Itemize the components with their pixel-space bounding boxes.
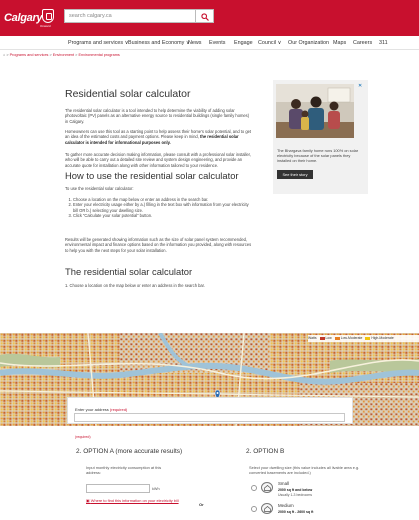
- option-a-title: 2. OPTION A (more accurate results): [76, 448, 183, 455]
- option-b-description: Select your dwelling size (this value in…: [249, 465, 360, 476]
- legend-swatch-low-moderate: [334, 336, 340, 340]
- how-to-steps: Choose a location on the map below or en…: [69, 197, 251, 219]
- map-legend: Watts Low Low-Moderate High-Moderate: [308, 335, 419, 342]
- address-panel: Enter your address (required): [67, 397, 353, 424]
- house-medium-icon: [261, 503, 273, 514]
- results-paragraph: Results will be generated showing inform…: [65, 237, 252, 253]
- nav-our-organization[interactable]: Our Organization: [288, 40, 329, 46]
- search-input[interactable]: search calgary.ca: [64, 9, 196, 23]
- bill-info-link[interactable]: ▣ Where to find this information on your…: [86, 498, 179, 503]
- calculator-step-1: 1. Choose a location on the map below or…: [65, 283, 205, 288]
- dwelling-small-rooms: Usually 1-3 bedrooms: [278, 493, 313, 497]
- dwelling-medium-radio[interactable]: [251, 506, 257, 512]
- legend-label-low-moderate: Low-Moderate: [340, 336, 363, 340]
- family-story-card: ✕ The Bhargava family home runs 100% on …: [273, 80, 368, 194]
- how-to-intro: To use the residential solar calculator:: [65, 186, 134, 191]
- intro-paragraph-3: To gather more accurate decision making …: [65, 152, 251, 168]
- intro-paragraph-1: The residential solar calculator is a to…: [65, 108, 250, 124]
- page-title: Residential solar calculator: [65, 88, 191, 100]
- breadcrumb-programs[interactable]: Programs and services: [10, 53, 49, 57]
- address-input[interactable]: [74, 413, 345, 422]
- breadcrumb: ⌂ > Programs and services > Environment …: [3, 53, 120, 57]
- legend-swatch-high-moderate: [365, 336, 371, 340]
- option-b-title: 2. OPTION B: [246, 448, 285, 455]
- kwh-input[interactable]: [86, 484, 150, 493]
- or-divider: Or: [199, 502, 204, 507]
- story-text: The Bhargava family home runs 100% on so…: [277, 148, 359, 163]
- search-icon: [201, 13, 209, 21]
- nav-council[interactable]: Council ∨: [258, 40, 281, 46]
- site-header: Calgary Onward search calgary.ca: [0, 0, 419, 36]
- crest-motto: Onward: [40, 24, 51, 28]
- how-to-heading: How to use the residential solar calcula…: [65, 170, 239, 181]
- search-button[interactable]: [196, 9, 214, 23]
- dwelling-small-area: 2000 sq ft and below: [278, 488, 313, 492]
- step-item: Enter your electricity usage either by a…: [73, 202, 251, 213]
- breadcrumb-environment[interactable]: Environment: [53, 53, 74, 57]
- see-their-story-button[interactable]: See their story: [277, 170, 313, 179]
- required-note: (required): [75, 435, 91, 439]
- kwh-unit: kWh: [152, 487, 160, 491]
- breadcrumb-environmental-programs[interactable]: Environmental programs: [78, 53, 119, 57]
- dwelling-medium-label: Medium: [278, 503, 294, 508]
- calculator-heading: The residential solar calculator: [65, 266, 193, 277]
- nav-programs-and-services[interactable]: Programs and services ∨: [68, 40, 129, 46]
- option-a-description: Input monthly electricity consumption at…: [86, 465, 162, 476]
- nav-careers[interactable]: Careers: [353, 40, 372, 46]
- nav-business-and-economy[interactable]: Business and Economy ∨: [128, 40, 190, 46]
- dwelling-small-radio[interactable]: [251, 485, 257, 491]
- calgary-logo[interactable]: Calgary: [4, 12, 43, 26]
- dwelling-medium-area: 2000 sq ft - 2600 sq ft: [278, 510, 314, 514]
- house-small-icon: [261, 482, 273, 493]
- main-nav: Programs and services ∨ Business and Eco…: [0, 36, 419, 50]
- legend-label-low: Low: [325, 336, 332, 340]
- intro-paragraph-2: Homeowners can use this tool as a starti…: [65, 129, 252, 145]
- family-photo: [276, 84, 354, 138]
- nav-news[interactable]: News: [188, 40, 201, 46]
- city-crest-icon: [42, 9, 54, 23]
- close-icon[interactable]: ✕: [358, 83, 362, 89]
- legend-title: Watts: [308, 336, 317, 340]
- nav-events[interactable]: Events: [209, 40, 225, 46]
- nav-engage[interactable]: Engage: [234, 40, 253, 46]
- legend-swatch-low: [319, 336, 325, 340]
- step-item: Click “Calculate your solar potential” b…: [73, 213, 251, 218]
- nav-maps[interactable]: Maps: [333, 40, 346, 46]
- dwelling-small-label: Small: [278, 481, 289, 486]
- nav-311[interactable]: 311: [379, 40, 388, 46]
- legend-label-high-moderate: High-Moderate: [371, 336, 394, 340]
- address-label: Enter your address (required): [75, 407, 128, 412]
- address-required: (required): [109, 407, 128, 412]
